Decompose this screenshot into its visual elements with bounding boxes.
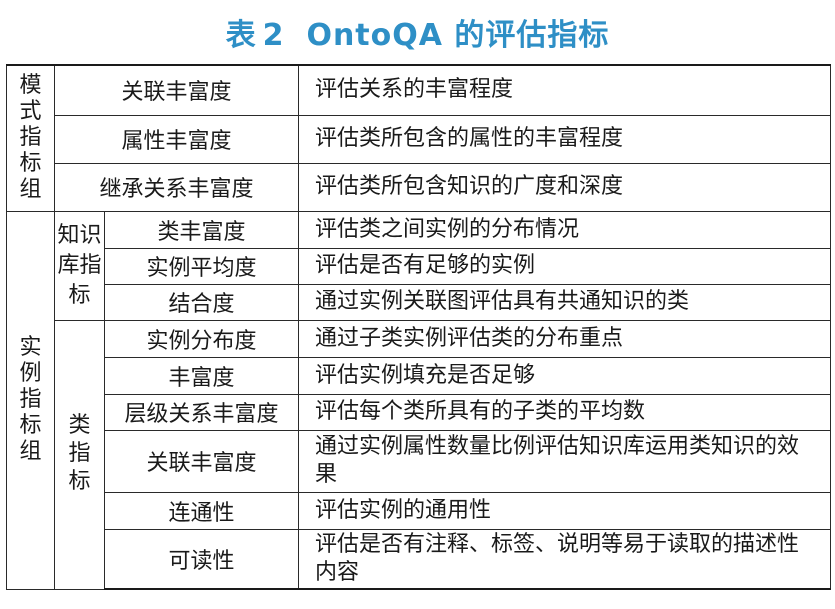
ontoqa-metrics-table: 模式指标组 关联丰富度 评估关系的丰富程度 属性丰富度 评估类所包含的属性的丰富… (6, 64, 832, 590)
metric-description: 通过实例属性数量比例评估知识库运用类知识的效果 (298, 429, 832, 493)
table-row: 结合度 通过实例关联图评估具有共通知识的类 (7, 283, 832, 321)
metric-name: 实例分布度 (103, 319, 300, 358)
class-subgroup-cell: 类指标 (54, 319, 105, 590)
metric-name: 属性丰富度 (53, 114, 300, 164)
metric-name: 层级关系丰富度 (103, 393, 300, 431)
metric-name: 结合度 (103, 283, 300, 321)
table-row: 丰富度 评估实例填充是否足够 (7, 356, 832, 395)
kb-subgroup-label: 知识库指标 (57, 222, 102, 308)
schema-group-label: 模式指标组 (19, 73, 42, 203)
table-row: 关联丰富度 通过实例属性数量比例评估知识库运用类知识的效果 (7, 429, 832, 493)
instance-group-label: 实例指标组 (19, 335, 42, 464)
table-row: 实例指标组 知识库指标 类丰富度 评估类之间实例的分布情况 (6, 210, 832, 590)
table-title: 表 2 OntoQA 的评估指标 (0, 10, 835, 54)
metric-description: 评估类所包含知识的广度和深度 (298, 162, 832, 212)
schema-group-cell: 模式指标组 (6, 64, 55, 212)
table-title-text: OntoQA 的评估指标 (306, 18, 610, 53)
table-title-number: 2 (262, 18, 285, 53)
metric-description: 通过实例关联图评估具有共通知识的类 (298, 283, 832, 321)
metric-description: 评估类之间实例的分布情况 (298, 210, 832, 249)
metric-name: 可读性 (103, 528, 300, 590)
kb-subgroup-cell: 知识库指标 (54, 210, 105, 321)
table-row: 模式指标组 关联丰富度 评估关系的丰富程度 (6, 64, 832, 212)
metric-description: 通过子类实例评估类的分布重点 (298, 319, 832, 358)
table-row: 层级关系丰富度 评估每个类所具有的子类的平均数 (7, 393, 832, 431)
table-title-label: 表 (225, 18, 257, 53)
metric-name: 连通性 (103, 491, 300, 530)
metric-name: 类丰富度 (103, 210, 300, 249)
metric-name: 继承关系丰富度 (53, 162, 300, 212)
metric-description: 评估实例填充是否足够 (298, 356, 832, 395)
table-row: 可读性 评估是否有注释、标签、说明等易于读取的描述性内容 (7, 528, 832, 590)
metric-description: 评估实例的通用性 (298, 491, 832, 530)
metric-name: 关联丰富度 (53, 64, 300, 116)
class-subgroup-label: 类指标 (68, 413, 91, 494)
metric-description: 评估关系的丰富程度 (298, 64, 832, 116)
table-row: 属性丰富度 评估类所包含的属性的丰富程度 (7, 114, 832, 164)
table-row: 继承关系丰富度 评估类所包含知识的广度和深度 (7, 162, 832, 212)
table-row: 实例平均度 评估是否有足够的实例 (7, 247, 832, 285)
metric-name: 丰富度 (103, 356, 300, 395)
table-row: 类指标 实例分布度 通过子类实例评估类的分布重点 (7, 319, 832, 590)
metric-description: 评估是否有足够的实例 (298, 247, 832, 285)
metric-description: 评估是否有注释、标签、说明等易于读取的描述性内容 (298, 528, 832, 590)
metric-description: 评估每个类所具有的子类的平均数 (298, 393, 832, 431)
metric-name: 实例平均度 (103, 247, 300, 285)
metric-name: 关联丰富度 (103, 429, 300, 493)
metric-description: 评估类所包含的属性的丰富程度 (298, 114, 832, 164)
table-row: 连通性 评估实例的通用性 (7, 491, 832, 530)
instance-group-cell: 实例指标组 (6, 210, 55, 590)
